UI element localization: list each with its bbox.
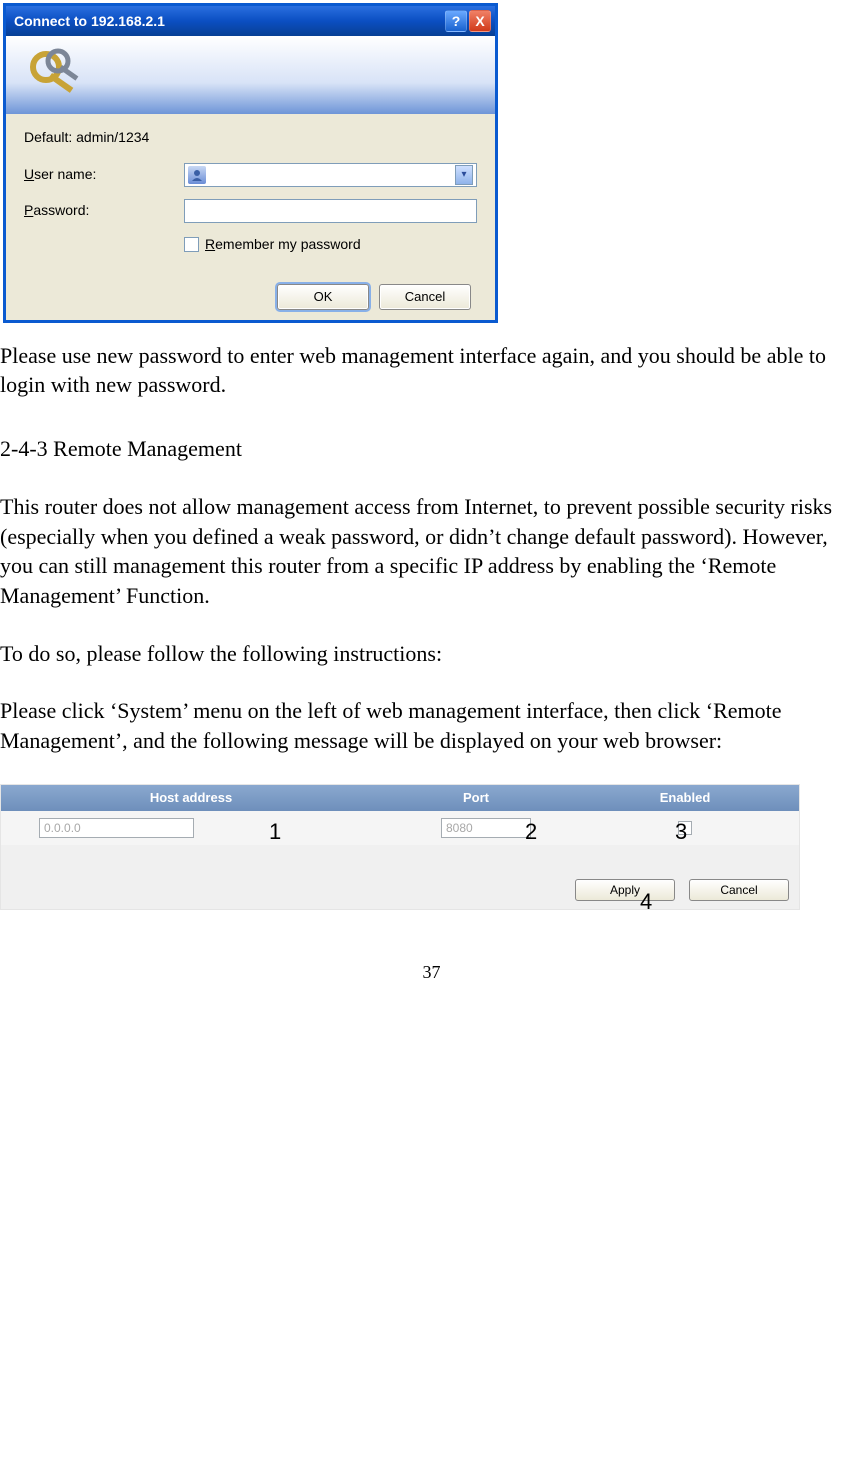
host-address-input[interactable]: 0.0.0.0: [39, 818, 194, 838]
paragraph: Please click ‘System’ menu on the left o…: [0, 696, 863, 755]
page-number: 37: [0, 960, 863, 984]
chevron-down-icon[interactable]: ▾: [455, 165, 473, 185]
callout-3: 3: [675, 817, 687, 847]
close-button[interactable]: X: [469, 10, 491, 32]
password-label: Password:: [24, 201, 184, 220]
callout-4: 4: [640, 887, 652, 917]
remember-checkbox[interactable]: [184, 237, 199, 252]
remote-management-panel: Host address Port Enabled 0.0.0.0 8080 A…: [0, 784, 800, 910]
dialog-titlebar: Connect to 192.168.2.1 ? X: [6, 6, 495, 36]
rm-table-header: Host address Port Enabled: [1, 785, 799, 811]
remember-label: Remember my password: [205, 235, 361, 254]
keys-icon: [24, 45, 84, 110]
col-enabled: Enabled: [571, 789, 799, 807]
user-icon: [188, 166, 206, 184]
ok-button[interactable]: OK: [277, 284, 369, 310]
dialog-banner: [6, 36, 495, 114]
callout-2: 2: [525, 817, 537, 847]
paragraph: This router does not allow management ac…: [0, 492, 863, 611]
rm-cancel-button[interactable]: Cancel: [689, 879, 789, 901]
connect-dialog: Connect to 192.168.2.1 ? X Default: admi…: [3, 3, 498, 323]
col-port: Port: [381, 789, 571, 807]
apply-button[interactable]: Apply: [575, 879, 675, 901]
callout-1: 1: [269, 817, 281, 847]
paragraph: To do so, please follow the following in…: [0, 639, 863, 669]
username-label: User name:: [24, 165, 184, 184]
cancel-button[interactable]: Cancel: [379, 284, 471, 310]
dialog-title: Connect to 192.168.2.1: [14, 12, 165, 31]
username-combo[interactable]: ▾: [184, 163, 477, 187]
port-input[interactable]: 8080: [441, 818, 531, 838]
help-button[interactable]: ?: [445, 10, 467, 32]
section-heading: 2-4-3 Remote Management: [0, 434, 863, 464]
col-host: Host address: [1, 789, 381, 807]
paragraph: Please use new password to enter web man…: [0, 341, 863, 400]
password-input[interactable]: [184, 199, 477, 223]
credentials-hint: Default: admin/1234: [24, 128, 477, 147]
